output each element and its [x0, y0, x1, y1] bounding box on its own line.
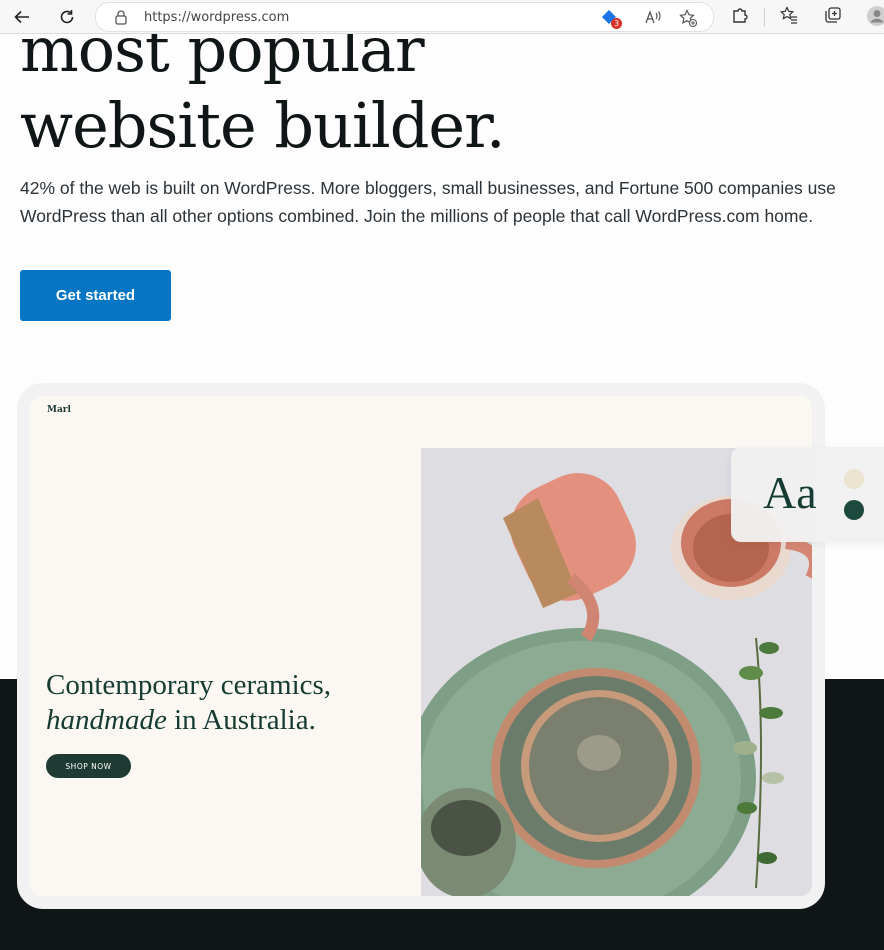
preview-heading-rest: in Australia.	[166, 704, 316, 736]
address-bar[interactable]: https://wordpress.com 3	[95, 2, 714, 32]
collections-icon	[825, 7, 841, 23]
star-add-icon	[679, 9, 698, 28]
url-text[interactable]: https://wordpress.com	[144, 10, 289, 25]
extension-badge: 3	[611, 18, 622, 29]
back-button[interactable]	[9, 4, 35, 30]
type-sample: Aa	[763, 467, 817, 518]
puzzle-icon	[733, 8, 748, 23]
device-mockup: Marl Contemporary ceramics, handmade in …	[17, 383, 825, 909]
typography-panel: Aa	[731, 447, 884, 542]
favorites-list-icon	[779, 6, 797, 24]
color-swatch-green	[844, 500, 864, 520]
hero-lead-text: 42% of the web is built on WordPress. Mo…	[20, 178, 836, 226]
favorites-button[interactable]	[779, 6, 798, 28]
shop-now-button[interactable]: SHOP NOW	[46, 754, 131, 778]
refresh-button[interactable]	[54, 4, 80, 30]
toolbar-separator	[764, 8, 765, 26]
back-arrow-icon	[14, 10, 29, 24]
extension-shield-button[interactable]: 3	[601, 9, 623, 29]
preview-site-name: Marl	[47, 405, 71, 415]
refresh-icon	[60, 10, 74, 24]
extensions-button[interactable]	[731, 6, 749, 28]
preview-heading-line1: Contemporary ceramics,	[46, 669, 332, 701]
lock-icon	[115, 10, 127, 25]
read-aloud-icon	[645, 10, 661, 24]
add-favorite-button[interactable]	[679, 9, 698, 31]
theme-preview-screen: Marl Contemporary ceramics, handmade in …	[30, 396, 812, 896]
color-swatch-cream	[844, 469, 864, 489]
avatar-icon	[867, 6, 884, 26]
hero-headline-region: most popular website builder.	[0, 34, 884, 174]
read-aloud-button[interactable]	[644, 9, 662, 29]
collections-button[interactable]	[824, 6, 842, 28]
hero-headline: most popular website builder.	[20, 34, 506, 162]
profile-button[interactable]	[866, 5, 884, 31]
preview-heading-italic: handmade	[46, 704, 167, 736]
get-started-button[interactable]: Get started	[20, 270, 171, 321]
preview-heading: Contemporary ceramics, handmade in Austr…	[46, 668, 406, 738]
browser-toolbar: https://wordpress.com 3	[0, 0, 884, 34]
